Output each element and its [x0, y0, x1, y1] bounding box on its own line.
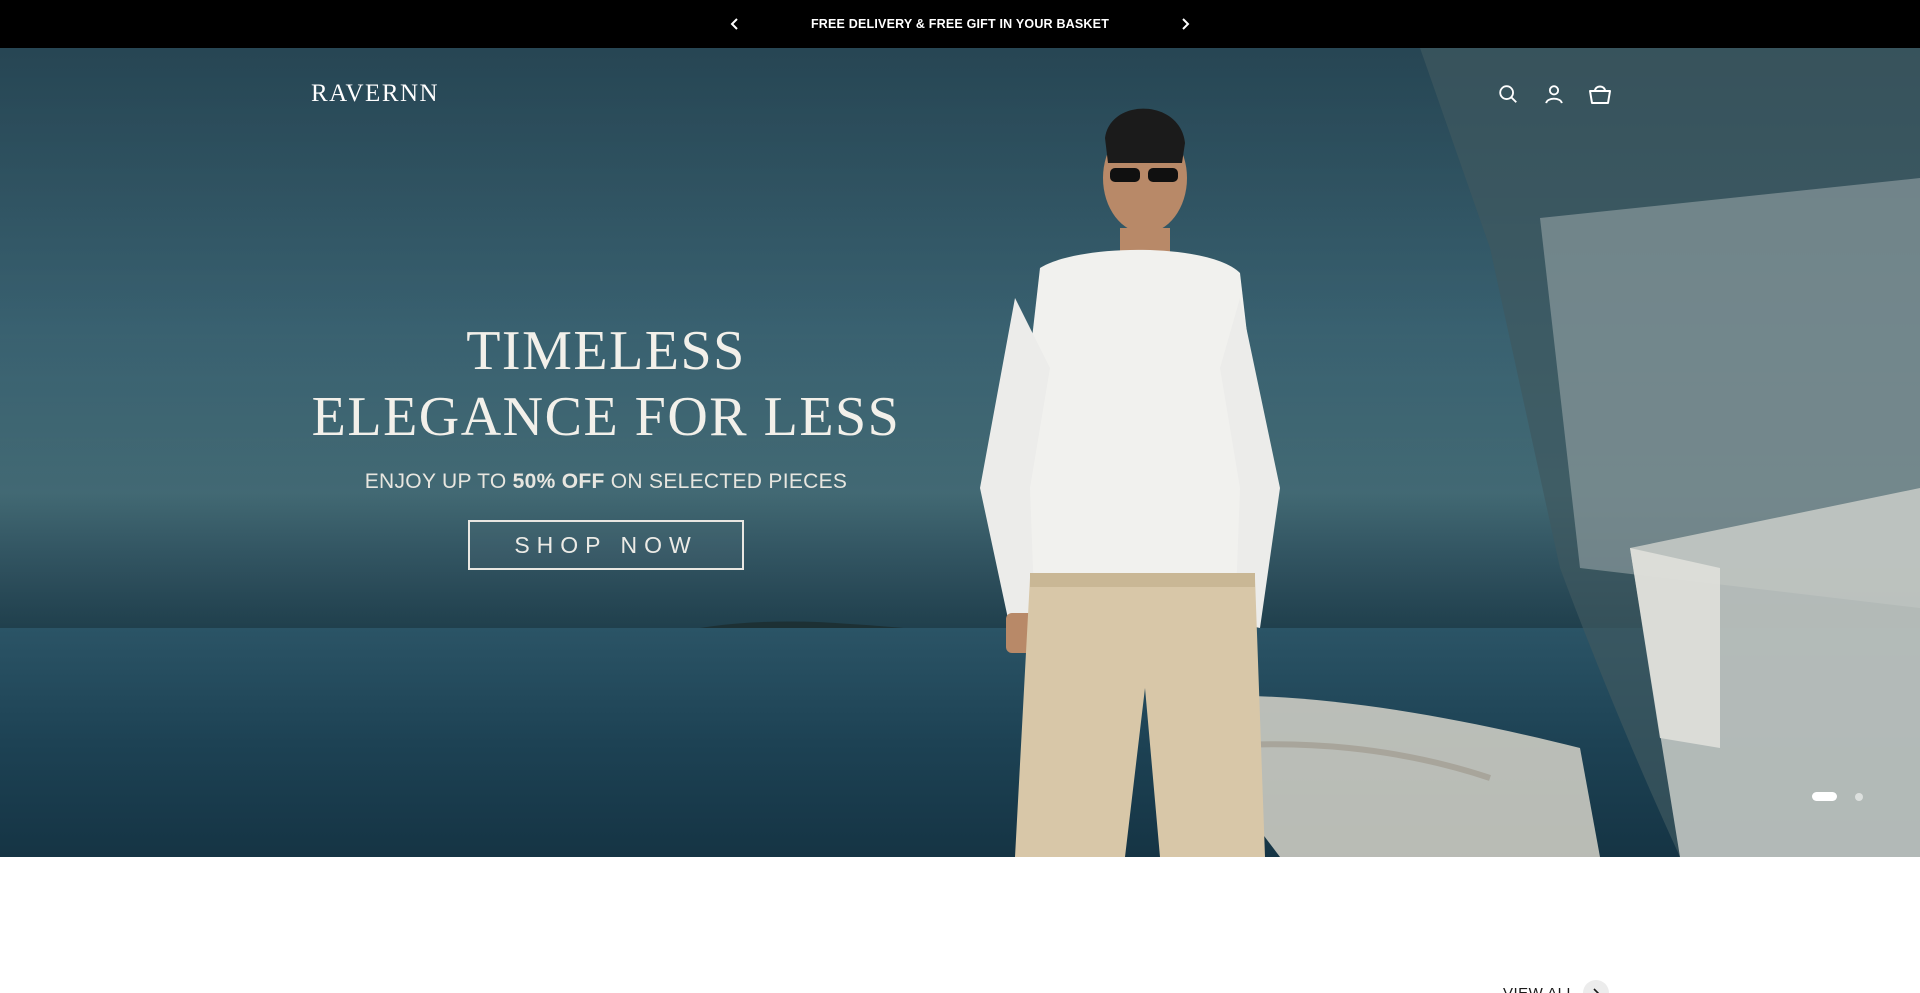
announcement-prev-button[interactable] [725, 14, 745, 34]
view-all-arrow-button [1583, 980, 1610, 993]
announcement-next-button[interactable] [1175, 14, 1195, 34]
hero-subtitle-pre: ENJOY UP TO [364, 470, 513, 493]
slide-pagination [1812, 792, 1863, 801]
hero-subtitle-discount: 50% OFF [512, 470, 605, 493]
chevron-right-icon [1593, 988, 1600, 993]
chevron-right-icon [1182, 18, 1190, 30]
view-all-link[interactable]: VIEW ALL [1503, 980, 1610, 993]
brand-logo[interactable]: RAVERNN [311, 80, 439, 108]
hero-title-line-1: TIMELESS [466, 320, 746, 382]
hero-title-line-2: ELEGANCE FOR LESS [311, 386, 901, 448]
search-icon [1499, 85, 1517, 103]
search-button[interactable] [1496, 82, 1520, 106]
announcement-text: FREE DELIVERY & FREE GIFT IN YOUR BASKET [810, 17, 1110, 31]
account-button[interactable] [1542, 82, 1566, 106]
hero-model-figure [980, 108, 1280, 857]
site-header: RAVERNN [0, 48, 1920, 140]
account-icon [1545, 85, 1563, 104]
announcement-bar: FREE DELIVERY & FREE GIFT IN YOUR BASKET [0, 0, 1920, 48]
announcement-inner: FREE DELIVERY & FREE GIFT IN YOUR BASKET [725, 14, 1195, 34]
slide-dot-1-active[interactable] [1812, 792, 1837, 801]
hero-content: TIMELESS ELEGANCE FOR LESS ENJOY UP TO 5… [300, 318, 912, 570]
slide-dot-2[interactable] [1855, 792, 1863, 801]
view-all-label: VIEW ALL [1503, 984, 1576, 993]
header-icons [1496, 82, 1612, 106]
basket-button[interactable] [1588, 82, 1612, 106]
hero-banner [0, 48, 1920, 857]
hero-subtitle: ENJOY UP TO 50% OFF ON SELECTED PIECES [300, 470, 912, 494]
basket-icon [1589, 85, 1611, 104]
hero-title: TIMELESS ELEGANCE FOR LESS [300, 318, 912, 450]
hero-subtitle-post: ON SELECTED PIECES [604, 470, 848, 493]
shop-now-button[interactable]: SHOP NOW [468, 520, 744, 570]
chevron-left-icon [730, 18, 738, 30]
